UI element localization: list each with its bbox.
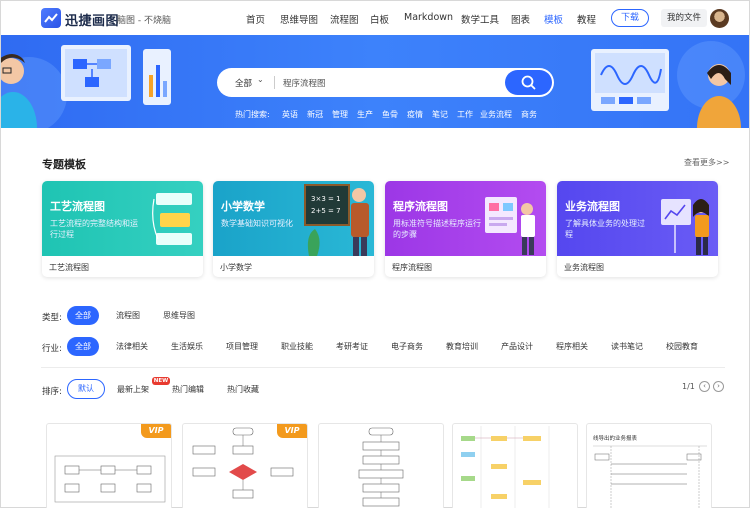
business-illustration-icon (661, 199, 709, 255)
type-mindmap-chip[interactable]: 思维导图 (155, 306, 203, 325)
industry-chip[interactable]: 项目管理 (218, 337, 266, 356)
template-thumbnail[interactable] (452, 423, 578, 508)
chevron-down-icon[interactable]: ⌄ (257, 75, 264, 84)
download-button[interactable]: 下载 (611, 9, 649, 27)
nav-math-tools[interactable]: 数学工具 (461, 12, 499, 26)
hot-tag[interactable]: 英语 (282, 109, 298, 120)
nav-home[interactable]: 首页 (246, 12, 265, 26)
hot-tag[interactable]: 生产 (357, 109, 373, 120)
card-title: 业务流程图 (565, 200, 620, 213)
industry-chip[interactable]: 考研考证 (328, 337, 376, 356)
sort-default-button[interactable]: 默认 (67, 379, 105, 399)
hot-tag[interactable]: 鱼骨 (382, 109, 398, 120)
banner-right-illustration (591, 41, 745, 128)
board-line-1: 3×3 = 1 (311, 195, 341, 203)
search-banner: 全部 ⌄ 热门搜索: 英语 新冠 管理 生产 鱼骨 疫情 笔记 工作 业务流程 … (1, 35, 749, 128)
search-button[interactable] (505, 70, 552, 95)
prev-page-icon[interactable]: ‹ (699, 381, 710, 392)
nav-templates[interactable]: 模板 (544, 12, 563, 26)
topic-card-process[interactable]: 工艺流程图 工艺流程的完整结构和运行过程 工艺流程图 (42, 181, 203, 277)
topic-card-math[interactable]: 小学数学 数学基础知识可视化 3×3 = 1 2+5 = 7 小学数学 (213, 181, 374, 277)
hot-tag[interactable]: 疫情 (407, 109, 423, 120)
template-thumbnail[interactable]: VIP (46, 423, 172, 508)
hot-tag[interactable]: 工作 (457, 109, 473, 120)
divider (41, 367, 725, 368)
industry-chip[interactable]: 职业技能 (273, 337, 321, 356)
nav-mindmap[interactable]: 思维导图 (280, 12, 318, 26)
sort-hot-edit-button[interactable]: 热门编辑 (164, 380, 212, 399)
card-title: 工艺流程图 (50, 200, 105, 213)
template-thumbnail[interactable]: 线导出的业务报表 (586, 423, 712, 508)
vip-badge: VIP (141, 424, 171, 438)
vip-badge: VIP (277, 424, 307, 438)
program-illustration-icon (485, 197, 535, 255)
industry-chip[interactable]: 法律相关 (108, 337, 156, 356)
topic-card-program[interactable]: 程序流程图 用标准符号描述程序运行的步骤 程序流程图 (385, 181, 546, 277)
industry-chip[interactable]: 读书笔记 (603, 337, 651, 356)
hot-tag[interactable]: 管理 (332, 109, 348, 120)
nav-tutorials[interactable]: 教程 (577, 12, 596, 26)
nav-markdown[interactable]: Markdown (404, 12, 453, 23)
nav-flowchart[interactable]: 流程图 (330, 12, 359, 26)
thumbnail-title: 线导出的业务报表 (593, 434, 638, 442)
swimlane-preview (461, 426, 550, 508)
card-name: 小学数学 (220, 263, 252, 272)
search-divider (274, 76, 275, 89)
brand-name[interactable]: 迅捷画图 (65, 10, 119, 29)
search-box: 全部 ⌄ (217, 68, 554, 97)
banner-left-illustration (1, 45, 171, 128)
logo-icon[interactable] (41, 8, 61, 28)
industry-chip[interactable]: 教育培训 (438, 337, 486, 356)
my-files-button[interactable]: 我的文件 (661, 9, 707, 27)
type-flowchart-chip[interactable]: 流程图 (108, 306, 148, 325)
hot-tag[interactable]: 笔记 (432, 109, 448, 120)
card-name: 工艺流程图 (49, 263, 89, 272)
flowchart-preview (358, 427, 404, 507)
card-name: 程序流程图 (392, 263, 432, 272)
template-thumbnail[interactable] (318, 423, 444, 508)
industry-chip[interactable]: 生活娱乐 (163, 337, 211, 356)
brand-slogan: 脑图 - 不烧脑 (117, 16, 171, 26)
card-desc: 工艺流程的完整结构和运行过程 (50, 219, 138, 239)
type-filter-label: 类型: (42, 313, 62, 323)
industry-chip[interactable]: 程序相关 (548, 337, 596, 356)
topic-card-business[interactable]: 业务流程图 了解具体业务的处理过程 业务流程图 (557, 181, 718, 277)
see-more-link[interactable]: 查看更多>> (684, 157, 729, 168)
industry-chip[interactable]: 电子商务 (383, 337, 431, 356)
industry-chip[interactable]: 产品设计 (493, 337, 541, 356)
sort-newest-button[interactable]: 最新上架 (109, 380, 157, 399)
nav-charts[interactable]: 图表 (511, 12, 530, 26)
math-teacher-illustration-icon: 3×3 = 1 2+5 = 7 (304, 184, 369, 256)
search-input[interactable] (283, 74, 483, 91)
hot-tag[interactable]: 商务 (521, 109, 537, 120)
card-desc: 了解具体业务的处理过程 (565, 219, 645, 239)
template-thumbnail[interactable]: VIP (182, 423, 308, 508)
board-line-2: 2+5 = 7 (311, 207, 341, 215)
process-illustration-icon (152, 193, 192, 245)
next-page-icon[interactable]: › (713, 381, 724, 392)
industry-filter-label: 行业: (42, 344, 62, 354)
page-indicator: 1/1 (682, 382, 695, 391)
top-navbar: 迅捷画图 脑图 - 不烧脑 首页 思维导图 流程图 白板 Markdown 数学… (1, 1, 749, 35)
user-avatar[interactable] (710, 9, 729, 28)
hot-search-label: 热门搜索: (235, 110, 270, 119)
industry-chip[interactable]: 全部 (67, 337, 99, 356)
hot-tag[interactable]: 新冠 (307, 109, 323, 120)
hot-tag[interactable]: 业务流程 (480, 109, 512, 120)
nav-whiteboard[interactable]: 白板 (370, 12, 389, 26)
business-flow-preview: 线导出的业务报表 (593, 434, 707, 508)
card-title: 小学数学 (221, 200, 265, 213)
card-desc: 用标准符号描述程序运行的步骤 (393, 219, 481, 239)
section-title: 专题模板 (42, 158, 86, 171)
card-name: 业务流程图 (564, 263, 604, 272)
card-title: 程序流程图 (393, 200, 448, 213)
sort-label: 排序: (42, 387, 62, 397)
search-category[interactable]: 全部 (235, 77, 252, 89)
type-all-chip[interactable]: 全部 (67, 306, 99, 325)
search-icon (521, 75, 536, 90)
industry-chip[interactable]: 校园教育 (658, 337, 706, 356)
sort-hot-fav-button[interactable]: 热门收藏 (219, 380, 267, 399)
